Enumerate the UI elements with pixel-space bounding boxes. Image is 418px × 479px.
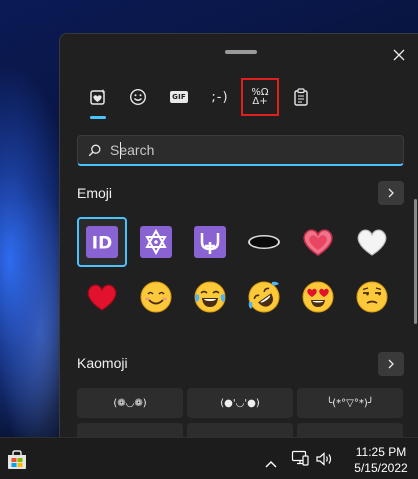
drag-handle[interactable] [225,50,257,54]
unamused-face-emoji [356,281,388,313]
smiling-face-emoji [140,281,172,313]
hole-emoji [248,235,280,249]
text-caret [120,142,121,159]
clock-button[interactable]: 11:25 PM 5/15/2022 [346,444,416,476]
network-button[interactable] [291,450,309,470]
active-tab-indicator [90,116,106,119]
emoji-heart-eyes[interactable] [293,272,343,322]
kaomoji-icon: ;-) [211,89,229,105]
emoji-panel: GIF ;-) %Ω Δ+ Emoji [59,33,418,437]
close-button[interactable] [386,42,412,68]
clock-date: 5/15/2022 [354,461,408,475]
chevron-right-icon [388,188,394,198]
smiley-icon [129,88,147,106]
emoji-id-button[interactable]: ID [77,217,127,267]
red-heart-emoji [87,284,117,311]
symbols-icon-bottom: Δ+ [252,96,268,107]
tears-of-joy-emoji [194,281,226,313]
volume-icon [316,452,332,466]
kaomoji-item-partial[interactable] [187,423,293,437]
search-icon [88,144,100,156]
heart-eyes-emoji [302,281,334,313]
search-box[interactable] [77,135,404,166]
emoji-hole[interactable] [239,217,289,267]
scrollbar[interactable] [414,199,417,324]
kaomoji-item[interactable]: (●'◡'●) [187,388,293,418]
id-button-emoji: ID [86,226,118,258]
heart-sparkle-icon [90,89,106,105]
kaomoji-item-partial[interactable] [297,423,403,437]
tab-clipboard[interactable] [283,79,319,115]
svg-text:ID: ID [92,234,112,254]
emoji-section-expand-button[interactable] [378,181,404,205]
emoji-rolling-laughing[interactable] [239,272,289,322]
white-heart-emoji [357,229,387,256]
search-input[interactable] [110,142,370,158]
kaomoji-section-title: Kaomoji [77,355,128,371]
tab-symbols[interactable]: %Ω Δ+ [241,78,279,116]
kaomoji-item-partial[interactable] [77,423,183,437]
emoji-star-of-david[interactable] [131,217,181,267]
emoji-white-heart[interactable] [347,217,397,267]
emoji-growing-heart[interactable] [293,217,343,267]
gif-icon: GIF [170,91,188,103]
taskbar: 11:25 PM 5/15/2022 [0,437,418,479]
tab-gif[interactable]: GIF [161,79,197,115]
tab-kaomoji[interactable]: ;-) [202,79,238,115]
emoji-section-title: Emoji [77,185,113,201]
pink-heart-emoji [303,229,333,256]
clipboard-icon [294,88,308,106]
emoji-red-heart[interactable] [77,272,127,322]
close-icon [393,49,405,61]
microsoft-store-icon [8,450,26,469]
kaomoji-section-expand-button[interactable] [378,352,404,376]
ophiuchus-emoji [194,226,226,258]
symbols-icon: %Ω Δ+ [250,88,270,107]
kaomoji-item[interactable]: ╰(*°▽°*)╯ [297,388,403,418]
volume-button[interactable] [316,451,334,470]
emoji-unamused[interactable] [347,272,397,322]
tab-favorites[interactable] [80,79,116,115]
emoji-smiling-face[interactable] [131,272,181,322]
rolling-on-floor-laughing-emoji [248,281,280,313]
network-icon [291,450,309,466]
tab-emoji[interactable] [120,79,156,115]
emoji-ophiuchus[interactable] [185,217,235,267]
six-pointed-star-emoji [140,226,172,258]
kaomoji-grid: (❁◡❁) (●'◡'●) ╰(*°▽°*)╯ [77,388,407,437]
chevron-right-icon [388,359,394,369]
show-hidden-icons-button[interactable] [265,453,277,472]
clock-time: 11:25 PM [355,445,407,459]
chevron-up-icon [265,461,277,468]
microsoft-store-button[interactable] [6,449,28,471]
emoji-grid: ID [77,217,407,322]
kaomoji-item[interactable]: (❁◡❁) [77,388,183,418]
emoji-tears-of-joy[interactable] [185,272,235,322]
